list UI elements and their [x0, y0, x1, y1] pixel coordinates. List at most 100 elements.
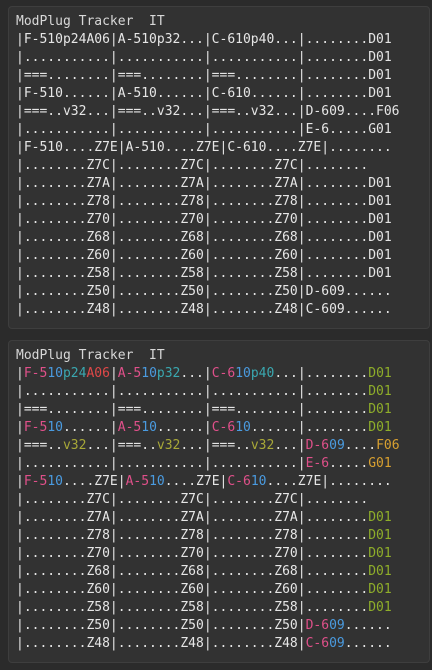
pattern-cell-text: D01 — [368, 546, 392, 561]
pattern-row: |===..v32...|===..v32...|===..v32...|D-6… — [16, 437, 429, 455]
pattern-cell-text: ....Z7E| — [164, 474, 228, 489]
pattern-cell-text: D-6 — [305, 618, 330, 633]
pattern-cell-text: |........Z68|........Z68|........Z68|...… — [16, 564, 369, 579]
pattern-row: |........Z48|........Z48|........Z48|C-6… — [16, 635, 429, 653]
pattern-cell-text: 09 — [329, 636, 345, 651]
pattern-cell-text: ... — [274, 366, 298, 381]
pattern-row: |F-510p24A06|A-510p32...|C-610p40...|...… — [16, 365, 429, 383]
pattern-cell-text: C-6 — [211, 420, 236, 435]
pattern-cell-text: E-6 — [305, 456, 330, 471]
pattern-cell-text: 10 — [250, 474, 267, 489]
pattern-row: |F-510......|A-510......|C-610......|...… — [16, 85, 429, 103]
pattern-cell-text: 09 — [329, 618, 345, 633]
pattern-cell-text: |........Z70|........Z70|........Z70|...… — [16, 546, 369, 561]
pattern-row: |........Z70|........Z70|........Z70|...… — [16, 545, 429, 563]
pattern-row: |........Z78|........Z78|........Z78|...… — [16, 193, 429, 211]
pattern-cell-text: F06 — [376, 438, 400, 453]
pattern-cell-text: |F-510p24A06|A-510p32...|C-610p40...|...… — [16, 32, 392, 47]
pattern-row: |........Z70|........Z70|........Z70|...… — [16, 211, 429, 229]
pattern-cell-text: ...|===.. — [86, 438, 157, 453]
pattern-cell-text: |........Z48|........Z48|........Z48|C-6… — [16, 302, 392, 317]
pattern-cell-text: v32 — [62, 438, 87, 453]
pattern-cell-text: v32 — [156, 438, 181, 453]
pattern-cell-text: |===..v32...|===..v32...|===..v32...|D-6… — [16, 104, 400, 119]
pattern-cell-text: |........Z7A|........Z7A|........Z7A|...… — [16, 510, 369, 525]
pattern-cell-text: |===.. — [16, 438, 63, 453]
pattern-row: |........Z68|........Z68|........Z68|...… — [16, 229, 429, 247]
pattern-cell-text: |........Z60|........Z60|........Z60|...… — [16, 582, 369, 597]
pattern-cell-text: C-6 — [305, 636, 330, 651]
pattern-row: |........Z7C|........Z7C|........Z7C|...… — [16, 157, 429, 175]
pattern-row: |........Z78|........Z78|........Z78|...… — [16, 527, 429, 545]
pattern-row: |........Z58|........Z58|........Z58|...… — [16, 599, 429, 617]
pattern-cell-text: | — [203, 366, 212, 381]
pattern-cell-text: D01 — [368, 528, 392, 543]
pattern-cell-text: |===........|===........|===........|...… — [16, 402, 369, 417]
pattern-cell-text: A06 — [86, 366, 110, 381]
pattern-cell-text: G01 — [368, 456, 392, 471]
pattern-cell-text: |...........|...........|...........|...… — [16, 384, 369, 399]
pattern-cell-text: A-5 — [117, 420, 142, 435]
pattern-cell-text: p24 — [62, 366, 87, 381]
pattern-cell-text: ....Z7E| — [62, 474, 126, 489]
pattern-cell-text: ......| — [62, 420, 118, 435]
pattern-cell-text: D01 — [368, 600, 392, 615]
pattern-row: |........Z48|........Z48|........Z48|C-6… — [16, 301, 429, 319]
pattern-cell-text: | — [109, 366, 118, 381]
pattern-cell-text: F-5 — [23, 474, 48, 489]
pattern-cell-text: A-5 — [117, 366, 142, 381]
pattern-cell-text: |........Z58|........Z58|........Z58|...… — [16, 266, 392, 281]
pattern-row: |........Z50|........Z50|........Z50|D-6… — [16, 617, 429, 635]
pattern-cell-text: p32 — [156, 366, 181, 381]
pattern-row: |........Z58|........Z58|........Z58|...… — [16, 265, 429, 283]
pattern-cell-text: 10 — [235, 420, 251, 435]
pattern-row: |........Z7A|........Z7A|........Z7A|...… — [16, 509, 429, 527]
pattern-cell-text: 10 — [235, 366, 251, 381]
pattern-cell-text: |........Z78|........Z78|........Z78|...… — [16, 528, 369, 543]
pattern-cell-text: v32 — [250, 438, 275, 453]
pattern-row: |F-510....Z7E|A-510....Z7E|C-610....Z7E|… — [16, 473, 429, 491]
pattern-cell-text: |...........|...........|...........| — [16, 456, 306, 471]
pattern-row: |...........|...........|...........|E-6… — [16, 455, 429, 473]
pattern-cell-text: |........ — [297, 366, 369, 381]
pattern-cell-text: 10 — [47, 420, 63, 435]
pattern-cell-text: |........Z70|........Z70|........Z70|...… — [16, 212, 392, 227]
pattern-cell-text: D01 — [368, 384, 392, 399]
panel-title: ModPlug Tracker IT — [16, 348, 165, 363]
pattern-cell-text: ...| — [274, 438, 306, 453]
pattern-cell-text: 10 — [141, 366, 157, 381]
pattern-row: |........Z60|........Z60|........Z60|...… — [16, 581, 429, 599]
pattern-cell-text: | — [16, 474, 24, 489]
pattern-row: |===........|===........|===........|...… — [16, 67, 429, 85]
pattern-cell-text: p40 — [250, 366, 275, 381]
pattern-cell-text: D01 — [368, 420, 392, 435]
pattern-cell-text: .... — [344, 438, 377, 453]
pattern-cell-text: |........Z7C|........Z7C|........Z7C|...… — [16, 492, 369, 507]
pattern-cell-text: ...... — [344, 636, 392, 651]
pattern-cell-text: A-5 — [125, 474, 150, 489]
pattern-row: |........Z50|........Z50|........Z50|D-6… — [16, 283, 429, 301]
pattern-row: |...........|...........|...........|...… — [16, 49, 429, 67]
pattern-row: |........Z60|........Z60|........Z60|...… — [16, 247, 429, 265]
pattern-cell-text: 10 — [141, 420, 157, 435]
pattern-cell-text: C-6 — [211, 366, 236, 381]
pattern-cell-text: D01 — [368, 510, 392, 525]
pattern-cell-text: |...........|...........|...........|E-6… — [16, 122, 392, 137]
pattern-row: |F-510......|A-510......|C-610......|...… — [16, 419, 429, 437]
pattern-cell-text: F-5 — [23, 366, 48, 381]
pattern-rows: |F-510p24A06|A-510p32...|C-610p40...|...… — [16, 31, 429, 319]
pattern-row: |F-510p24A06|A-510p32...|C-610p40...|...… — [16, 31, 429, 49]
pattern-cell-text: C-6 — [227, 474, 251, 489]
pattern-cell-text: ....Z7E|........ — [266, 474, 392, 489]
pattern-cell-text: |........Z60|........Z60|........Z60|...… — [16, 248, 392, 263]
pattern-cell-text: ... — [180, 366, 204, 381]
pattern-cell-text: ......| — [156, 420, 212, 435]
pattern-panel-plain: ModPlug Tracker IT |F-510p24A06|A-510p32… — [8, 6, 430, 329]
pattern-cell-text: |........Z48|........Z48|........Z48| — [16, 636, 306, 651]
pattern-cell-text: ...... — [344, 618, 392, 633]
pattern-cell-text: |........Z7C|........Z7C|........Z7C|...… — [16, 158, 369, 173]
pattern-row: |...........|...........|...........|...… — [16, 383, 429, 401]
pattern-cell-text: D-6 — [305, 438, 330, 453]
pattern-cell-text: | — [16, 420, 24, 435]
pattern-cell-text: 10 — [47, 474, 63, 489]
